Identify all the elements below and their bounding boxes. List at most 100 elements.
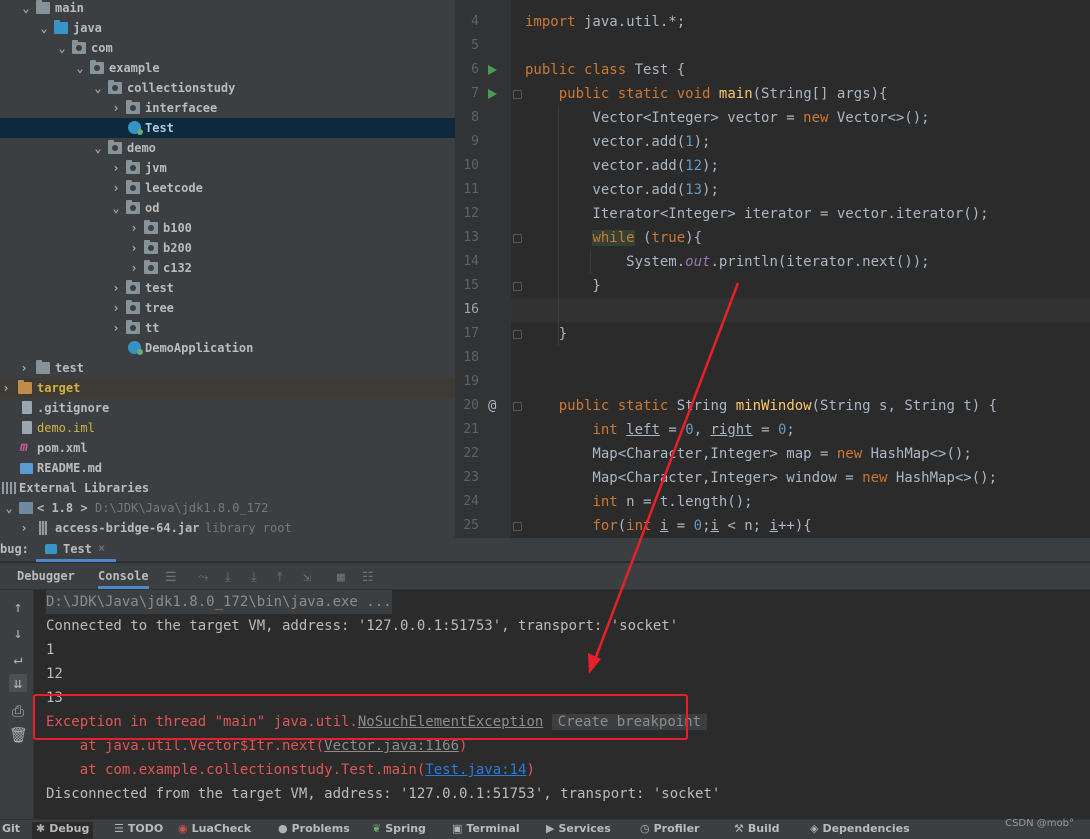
tree-item-jdk[interactable]: ⌄ < 1.8 > D:\JDK\Java\jdk1.8.0_172 xyxy=(0,498,455,518)
fold-icon[interactable] xyxy=(513,282,522,291)
chevron-down-icon[interactable]: ⌄ xyxy=(20,0,32,18)
tree-item-test-pkg[interactable]: › test xyxy=(0,278,455,298)
tree-item-example[interactable]: ⌄ example xyxy=(0,58,455,78)
tool-dependencies[interactable]: ◈ Dependencies xyxy=(810,822,910,839)
tool-luacheck[interactable]: ◉ LuaCheck xyxy=(178,822,251,839)
tree-item-od[interactable]: ⌄ od xyxy=(0,198,455,218)
tree-item-test-folder[interactable]: › test xyxy=(0,358,455,378)
tool-services[interactable]: ▶ Services xyxy=(546,822,611,839)
tab-console[interactable]: Console xyxy=(98,569,149,589)
stacktrace-link-test[interactable]: Test.java:14 xyxy=(425,762,526,778)
tree-item-jvm[interactable]: › jvm xyxy=(0,158,455,178)
chevron-right-icon[interactable]: › xyxy=(128,238,140,258)
libraries-icon xyxy=(2,482,16,494)
tool-todo[interactable]: ☰ TODO xyxy=(114,822,163,839)
tree-item-interfacee[interactable]: › interfacee xyxy=(0,98,455,118)
tree-item-gitignore[interactable]: .gitignore xyxy=(0,398,455,418)
chevron-down-icon[interactable]: ⌄ xyxy=(74,58,86,78)
fold-icon[interactable] xyxy=(513,234,522,243)
chevron-down-icon[interactable]: ⌄ xyxy=(56,38,68,58)
tool-debug[interactable]: ✱ Debug xyxy=(32,822,94,839)
trash-icon[interactable]: 🗑 xyxy=(9,726,28,744)
chevron-down-icon[interactable]: ⌄ xyxy=(110,198,122,218)
chevron-down-icon[interactable]: ⌄ xyxy=(92,78,104,98)
tree-item-collectionstudy[interactable]: ⌄ collectionstudy xyxy=(0,78,455,98)
console-output-line: 12 xyxy=(46,666,63,682)
tree-item-external-libraries[interactable]: External Libraries xyxy=(0,478,455,498)
arrow-down-icon[interactable]: ↓ xyxy=(9,624,27,642)
step-into-icon[interactable]: ⤓ xyxy=(251,570,257,585)
debug-session-tab[interactable]: Test × xyxy=(36,538,116,562)
tree-item-demo-iml[interactable]: demo.iml xyxy=(0,418,455,438)
tree-item-demoapplication[interactable]: DemoApplication xyxy=(0,338,455,358)
chevron-right-icon[interactable]: › xyxy=(110,278,122,298)
tool-profiler[interactable]: ◷ Profiler xyxy=(640,822,699,839)
chevron-right-icon[interactable]: › xyxy=(128,258,140,278)
tree-item-java[interactable]: ⌄ java xyxy=(0,18,455,38)
step-out-icon[interactable]: ⤒ xyxy=(277,570,283,585)
tree-item-label: demo xyxy=(127,141,156,155)
tree-item-pom[interactable]: m pom.xml xyxy=(0,438,455,458)
chevron-right-icon[interactable]: › xyxy=(18,358,30,378)
package-icon xyxy=(126,320,140,334)
chevron-right-icon[interactable]: › xyxy=(110,298,122,318)
tool-label: Problems xyxy=(291,822,350,835)
step-over-icon[interactable]: ⤓ xyxy=(225,570,231,585)
code-editor[interactable]: 4 import java.util.*; 5 6 public class Test … xyxy=(455,0,1090,538)
run-icon[interactable] xyxy=(488,89,497,99)
tool-terminal[interactable]: ▣ Terminal xyxy=(452,822,520,839)
chevron-right-icon[interactable]: › xyxy=(110,158,122,178)
tree-item-tree[interactable]: › tree xyxy=(0,298,455,318)
tree-item-demo[interactable]: ⌄ demo xyxy=(0,138,455,158)
close-icon[interactable]: × xyxy=(98,541,105,555)
tree-item-label: tree xyxy=(145,301,174,315)
evaluate-icon[interactable]: ▦ xyxy=(337,570,345,585)
jar-icon xyxy=(39,521,47,535)
run-icon[interactable] xyxy=(488,65,497,75)
chevron-right-icon[interactable]: › xyxy=(110,98,122,118)
fold-icon[interactable] xyxy=(513,522,522,531)
print-icon[interactable]: ⎙ xyxy=(9,702,27,720)
tool-problems[interactable]: ● Problems xyxy=(278,822,350,839)
tree-item-tt[interactable]: › tt xyxy=(0,318,455,338)
fold-icon[interactable] xyxy=(513,330,522,339)
trace-icon[interactable]: ☷ xyxy=(362,570,374,585)
annotation-highlight-box xyxy=(33,694,688,740)
show-execution-point-icon[interactable]: ⤳ xyxy=(198,570,208,585)
tool-build[interactable]: ⚒ Build xyxy=(734,822,780,839)
tree-item-b100[interactable]: › b100 xyxy=(0,218,455,238)
run-to-cursor-icon[interactable]: ⇲ xyxy=(303,570,311,585)
tab-debugger[interactable]: Debugger xyxy=(17,569,75,583)
chevron-down-icon[interactable]: ⌄ xyxy=(38,18,50,38)
chevron-right-icon[interactable]: › xyxy=(110,178,122,198)
scroll-to-end-icon[interactable]: ⇊ xyxy=(9,674,27,692)
tree-item-access-bridge[interactable]: › access-bridge-64.jar library root xyxy=(0,518,455,538)
soft-wrap-icon[interactable]: ↵ xyxy=(9,650,27,668)
tree-item-com[interactable]: ⌄ com xyxy=(0,38,455,58)
fold-icon[interactable] xyxy=(513,402,522,411)
tool-git[interactable]: Git xyxy=(2,822,20,839)
chevron-right-icon[interactable]: › xyxy=(18,518,30,538)
tree-item-b200[interactable]: › b200 xyxy=(0,238,455,258)
line-number: 5 xyxy=(471,38,479,53)
tree-item-label: demo.iml xyxy=(37,421,95,435)
package-icon xyxy=(126,300,140,314)
chevron-down-icon[interactable]: ⌄ xyxy=(92,138,104,158)
tree-item-test-class[interactable]: Test xyxy=(0,118,455,138)
chevron-right-icon[interactable]: › xyxy=(128,218,140,238)
chevron-right-icon[interactable]: › xyxy=(0,378,12,398)
fold-icon[interactable] xyxy=(513,90,522,99)
console-command-line: D:\JDK\Java\jdk1.8.0_172\bin\java.exe ..… xyxy=(46,590,392,614)
tree-item-main[interactable]: ⌄ main xyxy=(0,0,455,18)
tree-item-readme[interactable]: README.md xyxy=(0,458,455,478)
stacktrace-link-vector[interactable]: Vector.java:1166 xyxy=(324,738,459,754)
tree-item-target[interactable]: › target xyxy=(0,378,455,398)
arrow-up-icon[interactable]: ↑ xyxy=(9,598,27,616)
menu-icon[interactable]: ☰ xyxy=(165,570,177,585)
tool-spring[interactable]: ❦ Spring xyxy=(372,822,426,839)
chevron-right-icon[interactable]: › xyxy=(110,318,122,338)
profiler-icon: ◷ xyxy=(640,822,650,835)
tree-item-c132[interactable]: › c132 xyxy=(0,258,455,278)
chevron-down-icon[interactable]: ⌄ xyxy=(3,498,15,518)
tree-item-leetcode[interactable]: › leetcode xyxy=(0,178,455,198)
